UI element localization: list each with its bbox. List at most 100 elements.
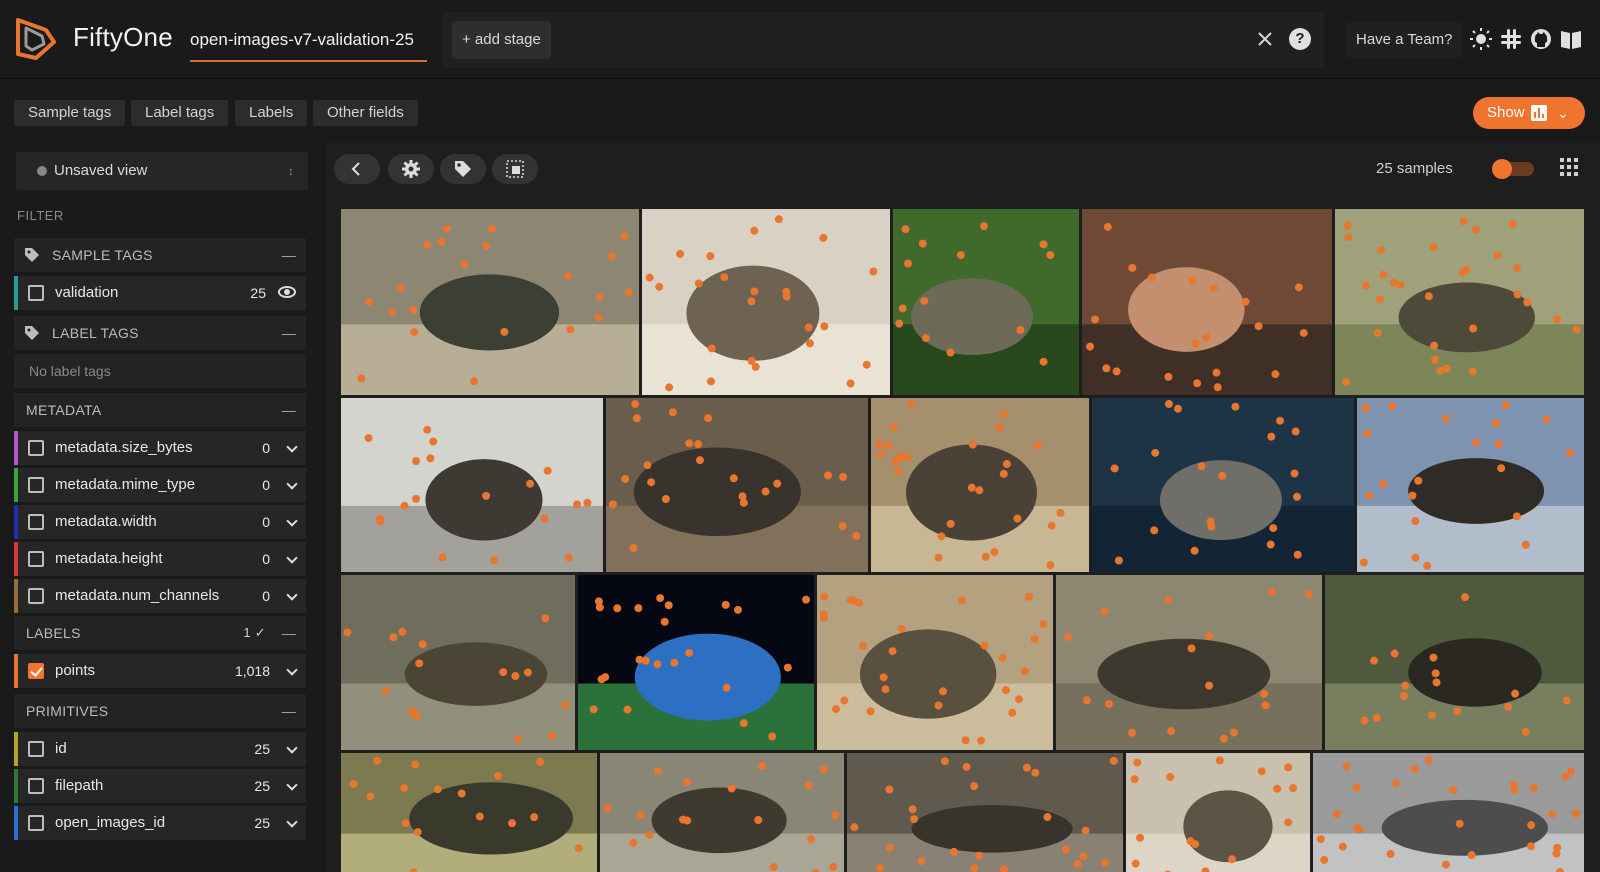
sample-thumbnail[interactable] (1092, 398, 1354, 572)
chevron-down-icon[interactable] (286, 664, 298, 676)
checkbox[interactable] (28, 741, 44, 757)
keypoint-marker (881, 685, 890, 694)
sample-thumbnail[interactable] (1126, 753, 1310, 872)
sidebar-item-points[interactable]: points 1,018 (14, 654, 306, 688)
add-stage-button[interactable]: + add stage (452, 21, 551, 59)
chevron-down-icon[interactable] (286, 515, 298, 527)
collapse-icon[interactable]: — (282, 238, 296, 272)
turtle-shape (686, 265, 820, 361)
sun-icon[interactable] (1469, 27, 1493, 51)
view-bar[interactable]: + add stage ? (442, 12, 1324, 68)
sidebar-item-open-images-id[interactable]: open_images_id 25 (14, 806, 306, 840)
group-primitives[interactable]: PRIMITIVES — (14, 694, 306, 728)
have-a-team-button[interactable]: Have a Team? (1346, 22, 1463, 58)
tab-sample-tags[interactable]: Sample tags (14, 100, 126, 126)
chevron-down-icon[interactable] (286, 589, 298, 601)
keypoint-marker (1390, 278, 1399, 287)
sample-thumbnail[interactable] (1325, 575, 1584, 750)
sample-thumbnail[interactable] (847, 753, 1123, 872)
sample-thumbnail[interactable] (341, 575, 575, 750)
fiftyone-logo[interactable] (14, 16, 58, 62)
checkbox[interactable] (28, 514, 44, 530)
slider-knob[interactable] (1492, 159, 1512, 179)
sample-thumbnail[interactable] (341, 753, 597, 872)
sample-thumbnail[interactable] (817, 575, 1053, 750)
sidebar-item-id[interactable]: id 25 (14, 732, 306, 766)
settings-button[interactable] (388, 154, 434, 184)
sample-thumbnail[interactable] (893, 209, 1079, 395)
keypoint-marker (1492, 419, 1501, 428)
sample-image (1092, 398, 1354, 572)
chevron-down-icon[interactable] (286, 816, 298, 828)
view-selector[interactable]: Unsaved view ↕ (16, 152, 308, 190)
show-button[interactable]: Show ⌄ (1473, 97, 1585, 129)
back-button[interactable] (334, 154, 380, 184)
group-sample-tags[interactable]: SAMPLE TAGS — (14, 238, 306, 272)
sidebar-item-size-bytes[interactable]: metadata.size_bytes 0 (14, 431, 306, 465)
sidebar-item-num-channels[interactable]: metadata.num_channels 0 (14, 579, 306, 613)
checkbox[interactable] (28, 663, 44, 679)
keypoint-marker (1091, 315, 1100, 324)
keypoint-marker (1529, 783, 1538, 792)
sample-thumbnail[interactable] (341, 398, 603, 572)
sample-thumbnail[interactable] (1056, 575, 1322, 750)
patches-button[interactable] (492, 154, 538, 184)
sample-thumbnail[interactable] (1335, 209, 1584, 395)
chevron-down-icon[interactable] (286, 779, 298, 791)
sidebar-item-height[interactable]: metadata.height 0 (14, 542, 306, 576)
group-label-tags[interactable]: LABEL TAGS — (14, 316, 306, 350)
sample-thumbnail[interactable] (1082, 209, 1332, 395)
sidebar-item-width[interactable]: metadata.width 0 (14, 505, 306, 539)
tab-other-fields[interactable]: Other fields (313, 100, 418, 126)
eye-icon[interactable] (278, 286, 296, 298)
keypoint-marker (1372, 713, 1381, 722)
sample-thumbnail[interactable] (642, 209, 890, 395)
checkbox[interactable] (28, 440, 44, 456)
chevron-down-icon[interactable] (286, 478, 298, 490)
chevron-down-icon[interactable] (286, 441, 298, 453)
group-labels[interactable]: LABELS 1 ✓ — (14, 616, 306, 650)
checkbox[interactable] (28, 588, 44, 604)
checkbox[interactable] (28, 285, 44, 301)
collapse-icon[interactable]: — (282, 393, 296, 427)
chevron-down-icon[interactable] (286, 552, 298, 564)
collapse-icon[interactable]: — (282, 694, 296, 728)
sidebar-item-mime-type[interactable]: metadata.mime_type 0 (14, 468, 306, 502)
sidebar-item-filepath[interactable]: filepath 25 (14, 769, 306, 803)
dataset-selector[interactable]: open-images-v7-validation-25 (190, 30, 427, 62)
group-metadata[interactable]: METADATA — (14, 393, 306, 427)
github-icon[interactable] (1529, 27, 1553, 51)
sample-thumbnail[interactable] (1357, 398, 1584, 572)
keypoint-marker (1064, 633, 1073, 642)
keypoint-marker (660, 617, 669, 626)
grid-size-slider[interactable] (1492, 159, 1534, 179)
docs-icon[interactable] (1559, 27, 1583, 51)
slack-icon[interactable] (1499, 27, 1523, 51)
checkbox[interactable] (28, 778, 44, 794)
help-icon[interactable]: ? (1289, 28, 1311, 50)
close-icon[interactable] (1254, 28, 1276, 50)
keypoint-marker (670, 658, 679, 667)
checkbox[interactable] (28, 551, 44, 567)
collapse-icon[interactable]: — (282, 316, 296, 350)
checkbox[interactable] (28, 477, 44, 493)
sample-thumbnail[interactable] (871, 398, 1089, 572)
checkbox[interactable] (28, 815, 44, 831)
sample-thumbnail[interactable] (341, 209, 639, 395)
sample-image (1335, 209, 1584, 395)
tab-label-tags[interactable]: Label tags (131, 100, 229, 126)
tag-button[interactable] (440, 154, 486, 184)
chevron-down-icon[interactable] (286, 742, 298, 754)
keypoint-marker (1359, 558, 1368, 567)
collapse-icon[interactable]: — (282, 616, 296, 650)
sample-thumbnail[interactable] (600, 753, 844, 872)
tab-labels[interactable]: Labels (235, 100, 308, 126)
sample-thumbnail[interactable] (606, 398, 868, 572)
keypoint-marker (366, 792, 375, 801)
keypoint-marker (401, 819, 410, 828)
sample-thumbnail[interactable] (1313, 753, 1584, 872)
grid-icon[interactable] (1560, 158, 1578, 176)
sample-thumbnail[interactable] (578, 575, 814, 750)
keypoint-marker (1271, 370, 1280, 379)
sidebar-item-validation[interactable]: validation 25 (14, 276, 306, 310)
